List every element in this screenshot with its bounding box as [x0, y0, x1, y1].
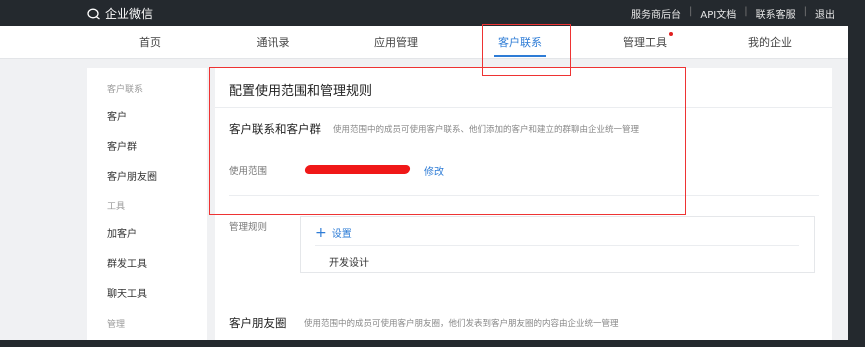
brand-name: 企业微信	[105, 7, 154, 21]
sidebar-item-customer-groups[interactable]: 客户群	[107, 138, 137, 153]
sidebar-item-moments[interactable]: 客户朋友圈	[107, 168, 157, 183]
separator: |	[803, 6, 807, 17]
divider	[315, 245, 799, 246]
sidebar-item-customers[interactable]: 客户	[107, 108, 127, 123]
add-rule-button[interactable]: + 设置	[315, 224, 352, 241]
add-rule-label: 设置	[331, 229, 352, 240]
sidebar-section-management: 管理	[107, 320, 126, 330]
separator: |	[744, 6, 748, 17]
tab-my-enterprise[interactable]: 我的企业	[748, 34, 792, 50]
tab-home[interactable]: 首页	[139, 34, 161, 50]
separator: |	[689, 6, 693, 17]
section-title-moments: 客户朋友圈	[229, 316, 287, 330]
notification-dot-icon	[669, 32, 673, 36]
tab-contacts[interactable]: 通讯录	[257, 34, 290, 50]
brand-logo[interactable]: 企业微信	[87, 5, 153, 22]
window-frame-bottom	[0, 340, 865, 347]
sidebar-section-customer-contact: 客户联系	[107, 85, 144, 95]
link-provider-console[interactable]: 服务商后台	[631, 6, 681, 21]
wecom-logo-icon	[87, 8, 101, 20]
rules-label: 管理规则	[229, 222, 268, 233]
sidebar-item-chat-tools[interactable]: 聊天工具	[107, 285, 147, 300]
sidebar-item-add-customer[interactable]: 加客户	[107, 225, 137, 240]
top-links: 服务商后台 | API文档 | 联系客服 | 退出	[631, 6, 835, 21]
window-frame-right	[848, 0, 865, 347]
tab-management-tools-label: 管理工具	[623, 36, 667, 49]
sidebar-section-tools: 工具	[107, 202, 126, 212]
rules-panel: + 设置 开发设计	[300, 216, 815, 273]
section-description-moments: 使用范围中的成员可使用客户朋友圈，他们发表到客户朋友圈的内容由企业统一管理	[304, 319, 619, 329]
link-logout[interactable]: 退出	[815, 6, 835, 21]
top-bar: 企业微信 服务商后台 | API文档 | 联系客服 | 退出	[0, 0, 865, 26]
sidebar: 客户联系 客户 客户群 客户朋友圈 工具 加客户 群发工具 聊天工具 管理	[87, 68, 207, 347]
main-nav: 首页 通讯录 应用管理 客户联系 管理工具 我的企业	[0, 26, 865, 59]
annotation-box-content	[209, 67, 686, 215]
rule-item[interactable]: 开发设计	[329, 254, 369, 269]
link-api-docs[interactable]: API文档	[700, 6, 736, 21]
sidebar-item-mass-send[interactable]: 群发工具	[107, 255, 147, 270]
plus-icon: +	[315, 224, 327, 241]
tab-app-management[interactable]: 应用管理	[374, 34, 418, 50]
tab-management-tools[interactable]: 管理工具	[623, 32, 673, 50]
link-contact-support[interactable]: 联系客服	[756, 6, 796, 21]
